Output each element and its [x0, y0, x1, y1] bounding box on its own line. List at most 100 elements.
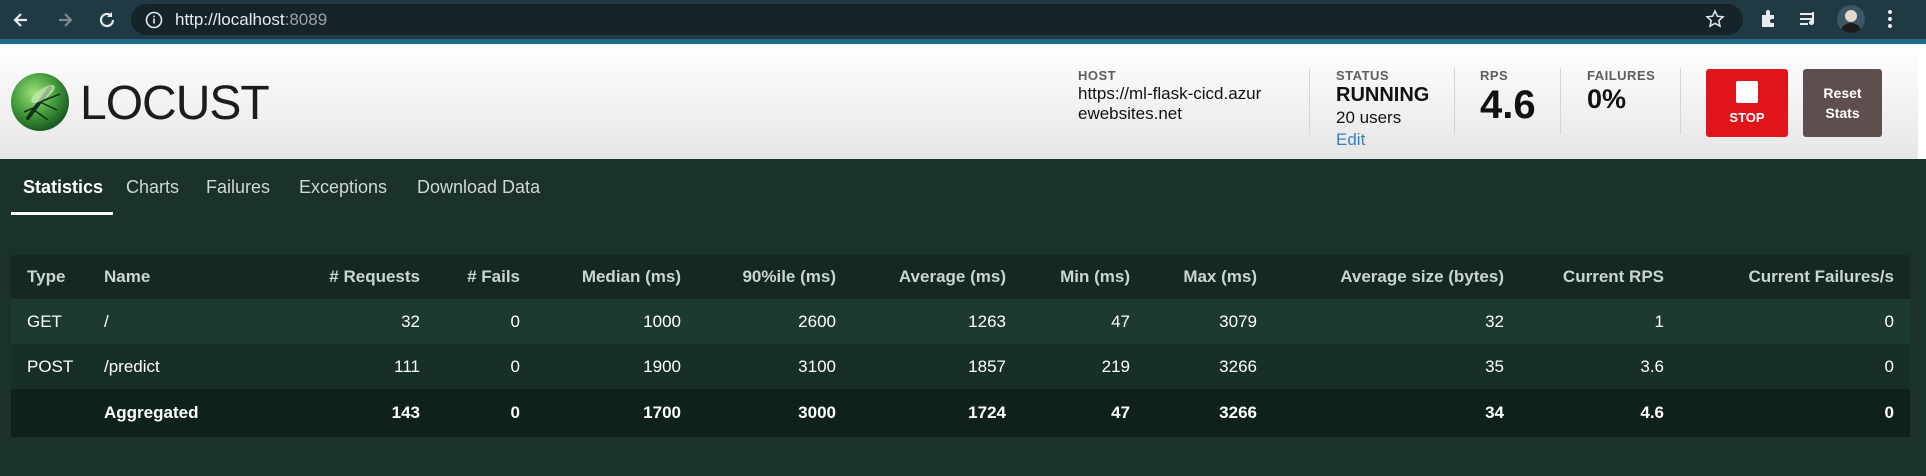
cell-max: Max (ms) — [1183, 267, 1257, 286]
logo-text: LOCUST — [80, 77, 270, 130]
bookmark-star-icon[interactable] — [1705, 9, 1725, 29]
cell-current-failures: 0 — [1884, 403, 1894, 422]
cell-median: 1700 — [643, 403, 681, 422]
tab-failures[interactable]: Failures — [206, 177, 270, 198]
cell-p90: 90%ile (ms) — [742, 267, 836, 286]
tab-download-data[interactable]: Download Data — [417, 177, 540, 198]
back-icon[interactable] — [6, 5, 36, 35]
cell-type: GET — [27, 311, 62, 331]
cell-current-failures: 0 — [1884, 356, 1894, 376]
edit-link[interactable]: Edit — [1336, 130, 1429, 150]
cell-fails: 0 — [510, 403, 520, 422]
cell-min: 47 — [1111, 311, 1130, 331]
reset-label-line2: Stats — [1825, 105, 1860, 121]
cell-max: 3266 — [1219, 356, 1257, 376]
cell-p90: 3100 — [798, 356, 836, 376]
cell-current-rps: 1 — [1654, 311, 1664, 331]
cell-current-failures: Current Failures/s — [1748, 267, 1895, 286]
cell-avg-size: 35 — [1485, 356, 1504, 376]
status-value: RUNNING — [1336, 84, 1430, 106]
rps-label: RPS — [1480, 68, 1509, 83]
reset-label-line1: Reset — [1823, 85, 1862, 101]
cell-median: Median (ms) — [581, 267, 681, 286]
cell-current-rps: Current RPS — [1562, 267, 1664, 286]
address-bar[interactable]: http://localhost:8089 — [131, 4, 1743, 35]
cell-current-rps: 4.6 — [1640, 403, 1664, 422]
table-row: GET / 32 0 1000 2600 1263 47 3079 32 1 0 — [11, 299, 1910, 344]
cell-min: 219 — [1101, 356, 1130, 376]
cell-average: 1724 — [968, 403, 1006, 422]
divider — [1680, 68, 1681, 134]
tab-exceptions[interactable]: Exceptions — [299, 177, 387, 198]
cell-p90: 3000 — [798, 403, 836, 422]
cell-name: /predict — [104, 356, 160, 376]
failures-value: 0% — [1587, 84, 1627, 114]
cell-current-rps: 3.6 — [1640, 356, 1664, 376]
failures-label: FAILURES — [1587, 68, 1656, 83]
extensions-icon[interactable] — [1757, 7, 1781, 31]
header-edge — [1918, 44, 1926, 159]
host-stat: HOST https://ml-flask-cicd.azurewebsites… — [1078, 68, 1268, 124]
cell-median: 1900 — [643, 356, 681, 376]
cell-name: Name — [104, 267, 151, 286]
stop-label: STOP — [1729, 110, 1765, 125]
status-stat: STATUS RUNNING 20 users Edit — [1336, 68, 1429, 150]
media-control-icon[interactable] — [1797, 7, 1821, 31]
cell-fails: 0 — [510, 356, 520, 376]
browser-toolbar: http://localhost:8089 — [0, 0, 1926, 39]
divider — [1309, 68, 1310, 134]
cell-fails: # Fails — [467, 267, 520, 286]
rps-stat: RPS 4.6 — [1480, 68, 1536, 128]
cell-current-failures: 0 — [1884, 311, 1894, 331]
table-header-row: Type Name # Requests # Fails Median (ms) 90%i… — [11, 255, 1910, 299]
menu-kebab-icon[interactable] — [1878, 7, 1902, 31]
cell-name: Aggregated — [104, 403, 199, 422]
cell-average: Average (ms) — [898, 267, 1006, 286]
cell-fails: 0 — [510, 311, 520, 331]
cell-min: Min (ms) — [1060, 267, 1130, 286]
reset-stats-button[interactable]: Reset Stats — [1803, 69, 1882, 137]
cell-avg-size: Average size (bytes) — [1340, 267, 1504, 286]
cell-avg-size: 34 — [1485, 403, 1504, 422]
tab-statistics[interactable]: Statistics — [23, 177, 103, 198]
reload-icon[interactable] — [92, 5, 122, 35]
table-row: POST/predict 111 0 1900 3100 1857 219 3266 35 3.6… — [11, 344, 1910, 389]
cell-p90: 2600 — [798, 311, 836, 331]
failures-stat: FAILURES 0% — [1587, 68, 1655, 115]
cell-avg-size: 32 — [1485, 311, 1504, 331]
tab-charts[interactable]: Charts — [126, 177, 179, 198]
cell-max: 3079 — [1219, 311, 1257, 331]
rps-value: 4.6 — [1480, 83, 1536, 127]
users-count: 20 users — [1336, 108, 1402, 127]
divider — [1560, 68, 1561, 134]
active-tab-indicator — [11, 212, 113, 215]
info-icon[interactable] — [145, 11, 163, 29]
url-text: http://localhost:8089 — [175, 9, 328, 29]
cell-average: 1263 — [968, 311, 1006, 331]
divider — [1454, 68, 1455, 134]
cell-type — [27, 389, 97, 437]
cell-type: POST — [27, 356, 74, 376]
app-header: LOCUST HOST https://ml-flask-cicd.azurew… — [0, 44, 1918, 159]
stats-table: Type Name # Requests # Fails Median (ms) 90%i… — [11, 255, 1910, 437]
host-value: https://ml-flask-cicd.azurewebsites.net — [1078, 84, 1262, 123]
tab-bar: Statistics Charts Failures Exceptions Do… — [0, 159, 1926, 215]
cell-requests: 111 — [394, 356, 420, 376]
table-aggregated-row: Aggregated 143 0 1700 3000 1724 47 3266 34 4.6 0 — [11, 389, 1910, 437]
stop-button[interactable]: STOP — [1706, 69, 1788, 137]
cell-requests: # Requests — [329, 267, 420, 286]
cell-requests: 32 — [401, 311, 420, 331]
cell-average: 1857 — [968, 356, 1006, 376]
cell-type: Type — [27, 267, 66, 286]
locust-logo-icon — [11, 73, 69, 131]
forward-icon[interactable] — [50, 5, 80, 35]
cell-min: 47 — [1111, 403, 1130, 422]
cell-name: / — [104, 311, 109, 331]
cell-median: 1000 — [643, 311, 681, 331]
stop-icon — [1736, 81, 1758, 103]
profile-avatar[interactable] — [1837, 5, 1865, 33]
cell-requests: 143 — [391, 403, 420, 422]
status-label: STATUS — [1336, 68, 1390, 83]
host-label: HOST — [1078, 68, 1117, 83]
cell-max: 3266 — [1219, 403, 1257, 422]
